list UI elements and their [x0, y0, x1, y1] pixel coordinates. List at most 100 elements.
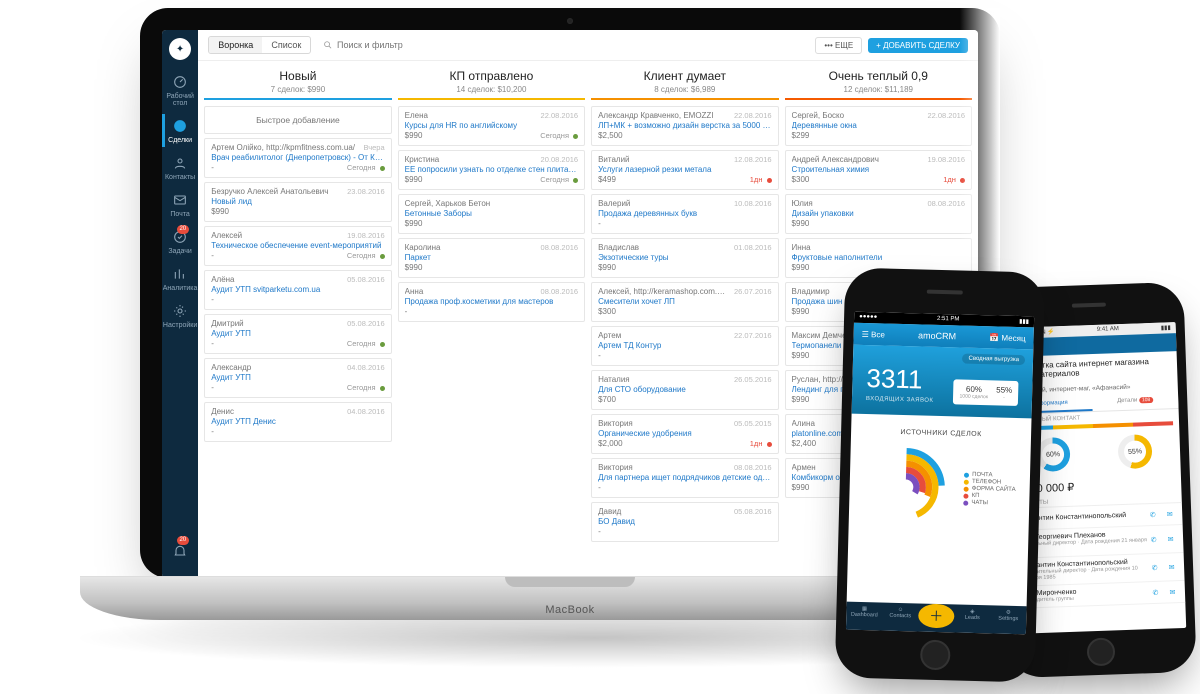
call-icon[interactable]: ✆	[1146, 508, 1159, 521]
deal-card[interactable]: Наталия26.05.2016 Для СТО оборудование $…	[591, 370, 778, 410]
deal-card[interactable]: Анна08.08.2016 Продажа проф.косметики дл…	[398, 282, 585, 322]
sidebar-item-analytics[interactable]: Аналитика	[162, 260, 198, 297]
card-title: Органические удобрения	[598, 429, 771, 438]
deal-card[interactable]: Дмитрий05.08.2016 Аудит УТП -Сегодня	[204, 314, 391, 354]
deal-card[interactable]: Елена22.08.2016 Курсы для HR по английск…	[398, 106, 585, 146]
sidebar-item-contacts[interactable]: Контакты	[162, 149, 198, 186]
call-icon[interactable]: ✆	[1149, 586, 1162, 599]
deal-card[interactable]: Сергей, Боско22.08.2016 Деревянные окна …	[785, 106, 972, 146]
legend-item: ЧАТЫ	[963, 500, 1015, 507]
deal-card[interactable]: Артем Олійко, http://kpmfitness.com.ua/В…	[204, 138, 391, 178]
tab-details[interactable]: Детали 108	[1092, 392, 1179, 411]
phone-a-hero: Сводная выгрузка 3311 ВХОДЯЩИХ ЗАЯВОК 60…	[852, 345, 1034, 419]
home-button[interactable]	[920, 640, 951, 671]
logo[interactable]: ✦	[169, 38, 191, 60]
view-funnel[interactable]: Воронка	[209, 37, 262, 53]
sidebar-label: Задачи	[162, 248, 198, 255]
month-menu[interactable]: 📅 Месяц	[989, 333, 1026, 343]
sidebar-item-desktop[interactable]: Рабочий стол	[162, 68, 198, 112]
nav-leads[interactable]: ◈Leads	[954, 608, 991, 629]
nav-settings[interactable]: ⚙Settings	[990, 609, 1027, 630]
card-amount: $990	[405, 175, 423, 184]
nav-contacts[interactable]: ☺Contacts	[882, 607, 919, 628]
card-contact: Сергей, Боско	[792, 111, 922, 120]
card-date: 22.07.2016	[734, 331, 772, 340]
nav-add[interactable]: ＋	[918, 603, 955, 628]
card-amount: $499	[598, 175, 616, 184]
column-sub: 12 сделок: $11,189	[785, 85, 972, 94]
deal-card[interactable]: Давид05.08.2016 БО Давид -	[591, 502, 778, 542]
column-header: Очень теплый 0,9 12 сделок: $11,189	[785, 65, 972, 106]
card-amount: $990	[405, 131, 423, 140]
sidebar-item-mail[interactable]: Почта	[162, 186, 198, 223]
card-title: Новый лид	[211, 197, 384, 206]
card-title: Аудит УТП svitparketu.com.ua	[211, 285, 384, 294]
call-icon[interactable]: ✆	[1148, 561, 1161, 574]
chat-icon[interactable]: ✉	[1163, 507, 1176, 520]
deal-card[interactable]: Виктория05.05.2015 Органические удобрени…	[591, 414, 778, 454]
deal-card[interactable]: Алёна05.08.2016 Аудит УТП svitparketu.co…	[204, 270, 391, 310]
card-date: 05.08.2016	[347, 319, 385, 328]
pill[interactable]: Сводная выгрузка	[962, 354, 1025, 366]
filter-all[interactable]: ☰ Все	[862, 329, 885, 339]
search-input[interactable]	[337, 40, 803, 50]
more-button[interactable]: ••• ЕЩЕ	[815, 37, 862, 54]
nav-dashboard[interactable]: ▦Dashboard	[846, 606, 883, 627]
deal-card[interactable]: Денис04.08.2016 Аудит УТП Денис -	[204, 402, 391, 442]
card-due: 1дн	[750, 439, 772, 448]
chat-icon[interactable]: ✉	[1166, 585, 1179, 598]
card-amount: -	[405, 307, 408, 316]
deal-card[interactable]: Александр Кравченко, EMOZZI22.08.2016 ЛП…	[591, 106, 778, 146]
card-due: Сегодня	[347, 163, 385, 172]
card-title: Артем ТД Контур	[598, 341, 771, 350]
deals-icon	[171, 117, 189, 135]
deal-card[interactable]: Валерий10.08.2016 Продажа деревянных бук…	[591, 194, 778, 234]
quick-add[interactable]: Быстрое добавление	[204, 106, 391, 134]
deal-card[interactable]: Сергей, Харьков Бетон Бетонные Заборы $9…	[398, 194, 585, 234]
chat-icon[interactable]: ✉	[1165, 560, 1178, 573]
home-button[interactable]	[1087, 637, 1116, 666]
view-list[interactable]: Список	[262, 37, 310, 53]
column-sub: 7 сделок: $990	[204, 85, 391, 94]
deal-card[interactable]: Владислав01.08.2016 Экзотические туры $9…	[591, 238, 778, 278]
sidebar-item-notifications[interactable]: 20	[162, 534, 198, 570]
contact-row[interactable]: Петр МиронченкоРуководитель группы ✆✉	[1013, 581, 1186, 609]
sidebar-item-tasks[interactable]: 20 Задачи	[162, 223, 198, 260]
add-deal-button[interactable]: + ДОБАВИТЬ СДЕЛКУ	[868, 38, 968, 53]
card-date: 22.08.2016	[734, 111, 772, 120]
card-contact: Юлия	[792, 199, 922, 208]
card-title: Курсы для HR по английскому	[405, 121, 578, 130]
deal-card[interactable]: Кристина20.08.2016 ЕЕ попросили узнать п…	[398, 150, 585, 190]
deal-card[interactable]: Виктория08.08.2016 Для партнера ищет под…	[591, 458, 778, 498]
card-date: 19.08.2016	[347, 231, 385, 240]
card-contact: Виктория	[598, 463, 728, 472]
card-contact: Александр Кравченко, EMOZZI	[598, 111, 728, 120]
card-contact: Давид	[598, 507, 728, 516]
kpi-2: 55%	[996, 385, 1012, 394]
deal-card[interactable]: Андрей Александрович19.08.2016 Строитель…	[785, 150, 972, 190]
deal-card[interactable]: Артем22.07.2016 Артем ТД Контур -	[591, 326, 778, 366]
deal-card[interactable]: Безручко Алексей Анатольевич23.08.2016 Н…	[204, 182, 391, 222]
call-icon[interactable]: ✆	[1147, 533, 1160, 546]
deal-card[interactable]: Александр04.08.2016 Аудит УТП -Сегодня	[204, 358, 391, 398]
card-date: 22.08.2016	[927, 111, 965, 120]
deal-card[interactable]: Юлия08.08.2016 Дизайн упаковки $990	[785, 194, 972, 234]
card-amount: $990	[598, 263, 616, 272]
deal-card[interactable]: Каролина08.08.2016 Паркет $990	[398, 238, 585, 278]
card-amount: $299	[792, 131, 810, 140]
sidebar-item-deals[interactable]: Сделки	[162, 112, 198, 149]
deal-card[interactable]: Алексей, http://keramashop.com.ua/26.07.…	[591, 282, 778, 322]
mail-icon	[171, 191, 189, 209]
card-date: 10.08.2016	[734, 199, 772, 208]
sources-chart-block: ИСТОЧНИКИ СДЕЛОК ПОЧТАТЕЛЕФОНФОРМА САЙТА…	[855, 422, 1023, 598]
card-due: 1дн	[943, 175, 965, 184]
card-contact: Каролина	[405, 243, 535, 252]
deal-card[interactable]: Виталий12.08.2016 Услуги лазерной резки …	[591, 150, 778, 190]
sidebar-item-settings[interactable]: Настройки	[162, 297, 198, 334]
deal-card[interactable]: Алексей19.08.2016 Техническое обеспечени…	[204, 226, 391, 266]
card-due: Сегодня	[347, 339, 385, 348]
card-amount: $990	[792, 263, 810, 272]
chat-icon[interactable]: ✉	[1164, 532, 1177, 545]
card-title: Аудит УТП	[211, 373, 384, 382]
card-amount: -	[211, 163, 214, 172]
